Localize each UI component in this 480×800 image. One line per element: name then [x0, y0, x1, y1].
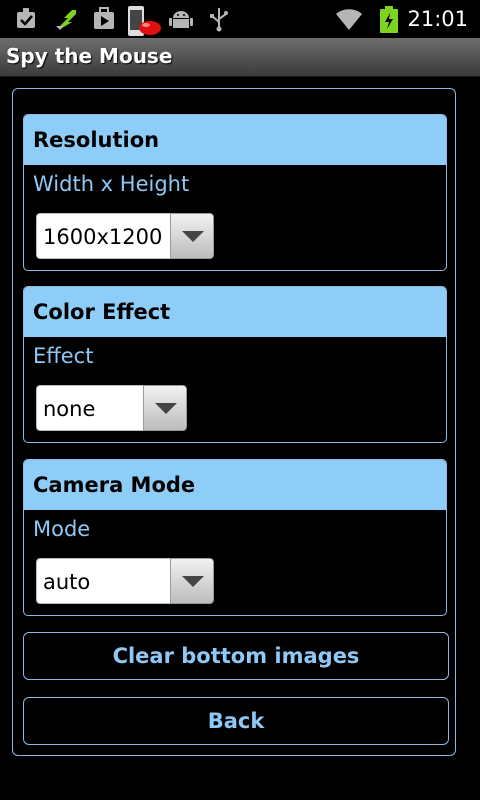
camera-mode-header: Camera Mode	[24, 460, 446, 510]
resolution-value[interactable]: 1600x1200	[36, 213, 170, 259]
color-effect-subtitle: Effect	[33, 344, 94, 368]
usb-icon	[206, 6, 232, 32]
camera-mode-subtitle: Mode	[33, 517, 91, 541]
phone-notification-icon	[126, 6, 164, 36]
color-effect-section: Color Effect Effect none	[23, 286, 447, 443]
resolution-spinner[interactable]: 1600x1200	[36, 213, 214, 259]
color-effect-spinner[interactable]: none	[36, 385, 187, 431]
back-button[interactable]: Back	[23, 697, 449, 745]
chevron-down-icon[interactable]	[170, 213, 214, 259]
play-store-icon	[92, 6, 118, 32]
status-bar: 21:01	[0, 0, 480, 38]
clear-bottom-images-button[interactable]: Clear bottom images	[23, 632, 449, 680]
color-effect-header: Color Effect	[24, 287, 446, 337]
color-effect-value[interactable]: none	[36, 385, 143, 431]
resolution-subtitle: Width x Height	[33, 172, 190, 196]
battery-icon	[378, 6, 400, 33]
camera-mode-spinner[interactable]: auto	[36, 558, 214, 604]
sync-icon	[54, 6, 80, 32]
chevron-down-icon[interactable]	[170, 558, 214, 604]
chevron-down-icon[interactable]	[143, 385, 187, 431]
resolution-section: Resolution Width x Height 1600x1200	[23, 114, 447, 271]
app-title: Spy the Mouse	[6, 44, 173, 68]
checkbox-icon	[14, 6, 40, 32]
camera-mode-value[interactable]: auto	[36, 558, 170, 604]
status-time: 21:01	[407, 7, 468, 31]
resolution-header: Resolution	[24, 115, 446, 165]
title-bar: Spy the Mouse	[0, 38, 480, 77]
wifi-icon	[334, 6, 364, 32]
android-icon	[168, 6, 194, 32]
camera-mode-section: Camera Mode Mode auto	[23, 459, 447, 616]
